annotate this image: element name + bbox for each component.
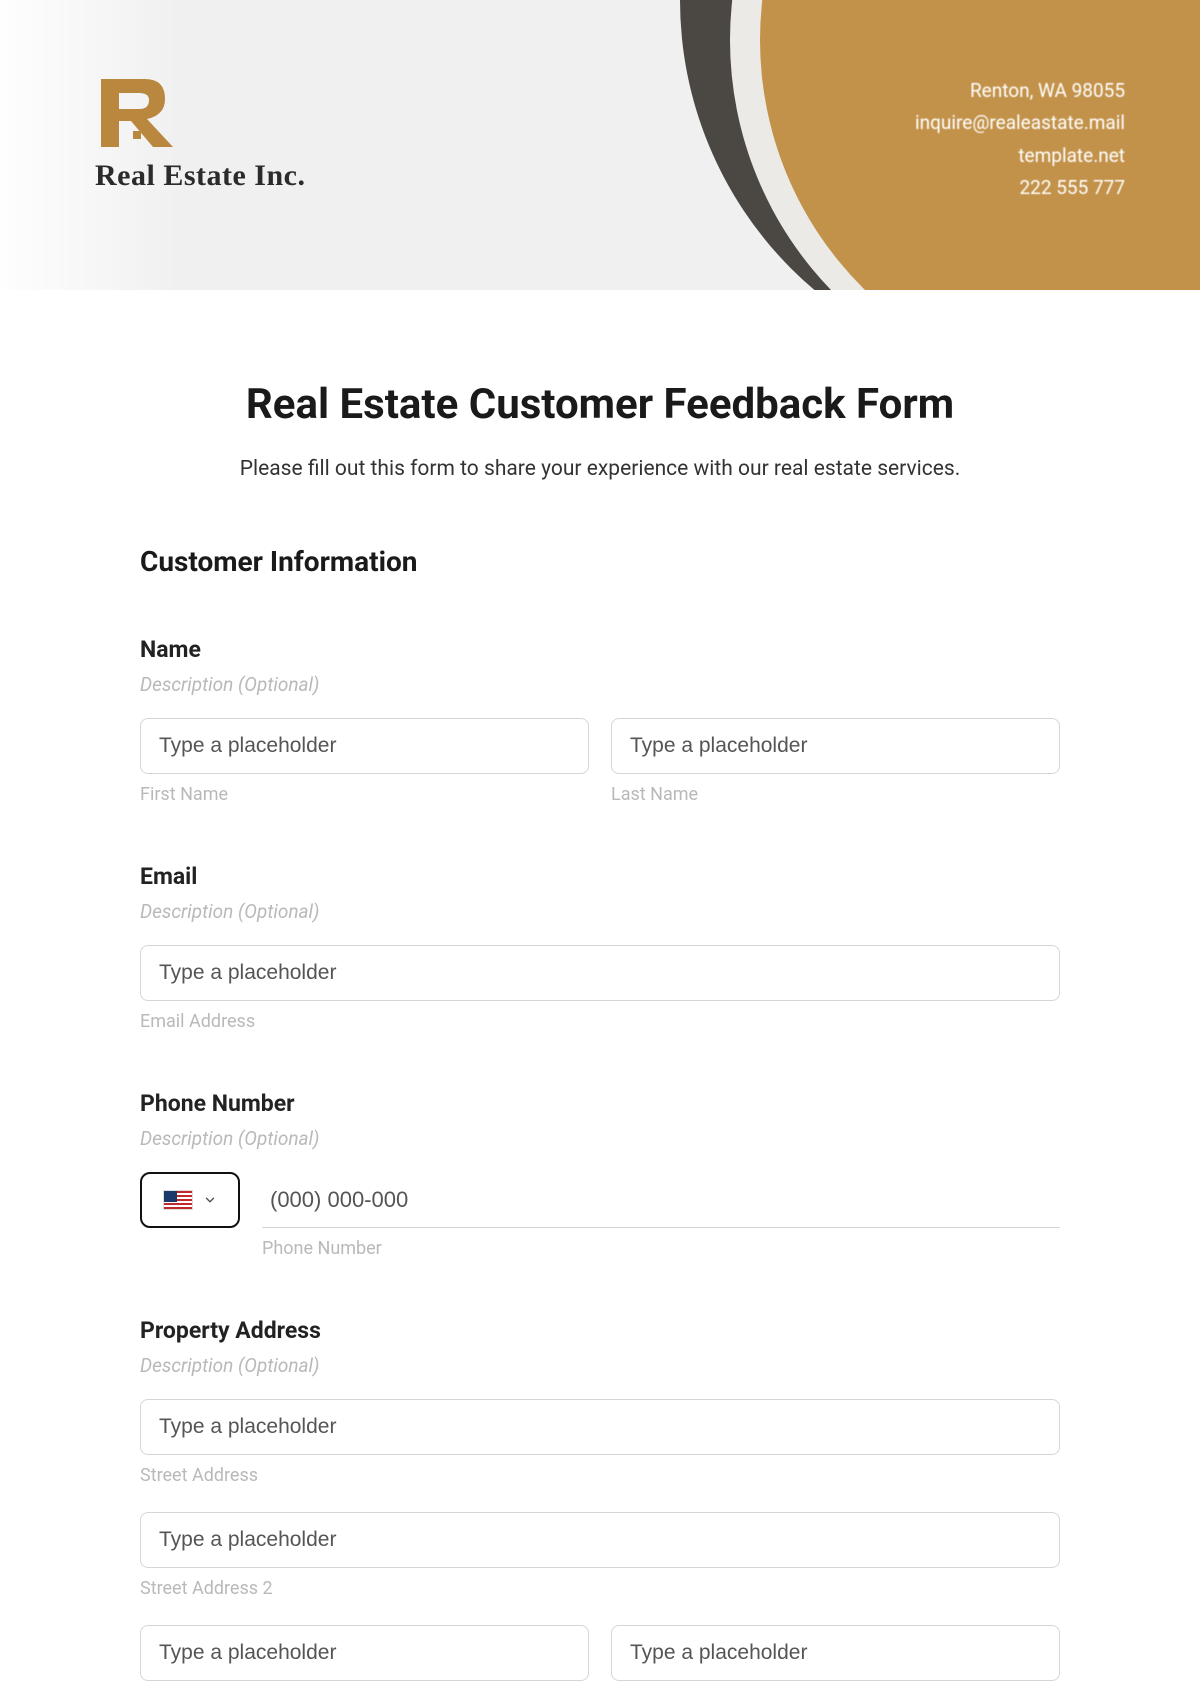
form-container: Real Estate Customer Feedback Form Pleas…	[120, 290, 1080, 1681]
field-group-name: Name Description (Optional) First Name L…	[140, 636, 1060, 805]
street-address-2-input[interactable]	[140, 1512, 1060, 1568]
field-group-email: Email Description (Optional) Email Addre…	[140, 863, 1060, 1032]
address-label: Property Address	[140, 1317, 1060, 1344]
last-name-input[interactable]	[611, 718, 1060, 774]
street-address-sublabel: Street Address	[140, 1465, 1060, 1486]
field-group-address: Property Address Description (Optional) …	[140, 1317, 1060, 1681]
page-subtitle: Please fill out this form to share your …	[140, 457, 1060, 481]
section-customer-info: Customer Information	[140, 545, 1060, 578]
company-name: Real Estate Inc.	[95, 159, 305, 193]
header-contact: Renton, WA 98055 inquire@realeastate.mai…	[915, 75, 1125, 204]
address-description: Description (Optional)	[140, 1354, 1060, 1377]
street-address-2-sublabel: Street Address 2	[140, 1578, 1060, 1599]
email-input[interactable]	[140, 945, 1060, 1001]
contact-city: Renton, WA 98055	[915, 75, 1125, 107]
contact-email: inquire@realeastate.mail	[915, 107, 1125, 139]
city-input[interactable]	[140, 1625, 589, 1681]
phone-sublabel: Phone Number	[262, 1238, 1060, 1259]
email-sublabel: Email Address	[140, 1011, 1060, 1032]
street-address-input[interactable]	[140, 1399, 1060, 1455]
email-label: Email	[140, 863, 1060, 890]
chevron-down-icon	[203, 1193, 217, 1207]
first-name-sublabel: First Name	[140, 784, 589, 805]
email-description: Description (Optional)	[140, 900, 1060, 923]
first-name-input[interactable]	[140, 718, 589, 774]
header-banner: Real Estate Inc. Renton, WA 98055 inquir…	[0, 0, 1200, 290]
country-code-select[interactable]	[140, 1172, 240, 1228]
logo-block: Real Estate Inc.	[95, 75, 305, 193]
last-name-sublabel: Last Name	[611, 784, 1060, 805]
contact-phone: 222 555 777	[915, 172, 1125, 204]
contact-site: template.net	[915, 140, 1125, 172]
name-label: Name	[140, 636, 1060, 663]
phone-description: Description (Optional)	[140, 1127, 1060, 1150]
phone-label: Phone Number	[140, 1090, 1060, 1117]
page-title: Real Estate Customer Feedback Form	[140, 380, 1060, 429]
field-group-phone: Phone Number Description (Optional) Phon…	[140, 1090, 1060, 1259]
state-input[interactable]	[611, 1625, 1060, 1681]
name-description: Description (Optional)	[140, 673, 1060, 696]
logo-icon	[95, 75, 181, 151]
phone-input[interactable]	[262, 1172, 1060, 1228]
us-flag-icon	[163, 1190, 193, 1210]
